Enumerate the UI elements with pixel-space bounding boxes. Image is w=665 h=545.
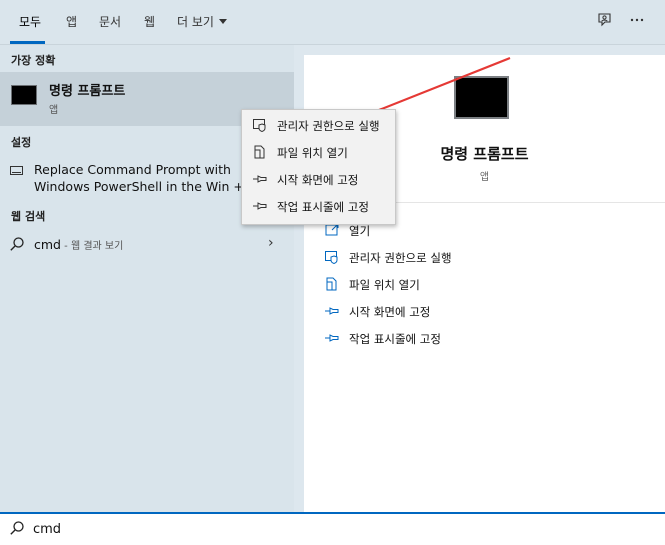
shield-icon bbox=[252, 117, 268, 133]
file-location-icon bbox=[252, 144, 268, 160]
context-pin-to-start-label: 시작 화면에 고정 bbox=[277, 173, 359, 187]
search-icon bbox=[9, 520, 25, 536]
context-pin-to-start[interactable]: 시작 화면에 고정 bbox=[242, 166, 395, 192]
context-menu: 관리자 권한으로 실행 파일 위치 열기 시작 화면에 고정 작업 표시줄에 고… bbox=[241, 109, 396, 225]
context-pin-to-taskbar[interactable]: 작업 표시줄에 고정 bbox=[242, 193, 395, 219]
context-run-as-admin[interactable]: 관리자 권한으로 실행 bbox=[242, 112, 395, 138]
search-box bbox=[0, 512, 665, 545]
context-open-file-location[interactable]: 파일 위치 열기 bbox=[242, 139, 395, 165]
context-pin-to-taskbar-label: 작업 표시줄에 고정 bbox=[277, 200, 369, 214]
annotation-arrow bbox=[356, 56, 511, 120]
search-input[interactable] bbox=[33, 519, 633, 539]
context-open-file-location-label: 파일 위치 열기 bbox=[277, 146, 348, 160]
context-run-as-admin-label: 관리자 권한으로 실행 bbox=[277, 119, 380, 133]
pin-icon bbox=[252, 171, 268, 187]
pin-icon bbox=[252, 198, 268, 214]
